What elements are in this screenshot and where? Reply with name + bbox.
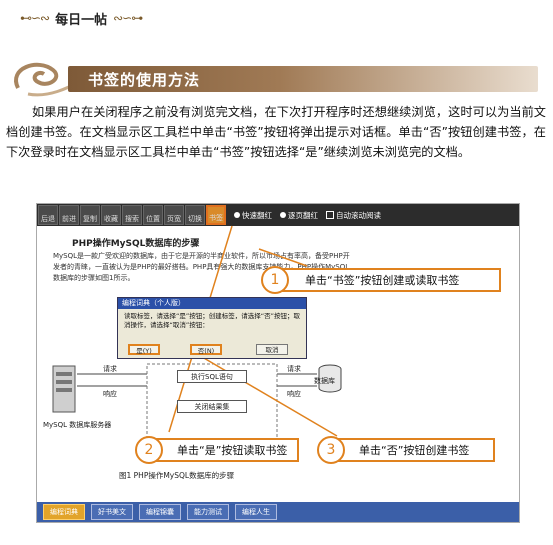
body-paragraph: 如果用户在关闭程序之前没有浏览完文档，在下次打开程序时还想继续浏览，这时可以为当…	[6, 105, 546, 159]
callout-2-number: 2	[135, 436, 163, 464]
flow-request2-label: 请求	[287, 365, 301, 373]
flow-request-label: 请求	[103, 365, 117, 373]
ornament-left-icon: ⊷∽∾	[20, 11, 50, 25]
callout-3: 单击“否”按钮创建书签	[331, 438, 495, 462]
dialog-no-button[interactable]: 否(N)	[190, 344, 222, 355]
daily-post-header: ⊷∽∾ 每日一帖 ∾∽⊶	[20, 8, 143, 28]
dialog-cancel-button[interactable]: 取消	[256, 344, 288, 355]
callout-3-text: 单击“否”按钮创建书签	[359, 444, 470, 457]
flow-response2-label: 响应	[287, 390, 301, 398]
statusbar-test[interactable]: 能力测试	[187, 504, 229, 520]
section-title: 书签的使用方法	[88, 71, 201, 89]
status-bar: 编程词典 好书美文 编程锦囊 能力测试 编程人生	[37, 502, 519, 522]
app-screenshot: 后退 前进 复制 收藏 搜索 位置 页宽 切换 书签 快速翻红 逐页翻红 自动滚…	[36, 203, 520, 523]
callout-2-text: 单击“是”按钮读取书签	[177, 444, 288, 457]
statusbar-tips[interactable]: 编程锦囊	[139, 504, 181, 520]
callout-2: 单击“是”按钮读取书签	[149, 438, 299, 462]
dialog-caption: 编程词典（个人版）	[118, 298, 306, 309]
figure-caption: 图1 PHP操作MySQL数据库的步骤	[119, 471, 235, 480]
dialog-yes-button[interactable]: 是(Y)	[128, 344, 160, 355]
callout-1-number: 1	[261, 266, 289, 294]
bookmark-dialog: 编程词典（个人版） 读取标签，请选择“是”按钮；创建标签，请选择“否”按钮；取消…	[117, 297, 307, 359]
statusbar-dictionary[interactable]: 编程词典	[43, 504, 85, 520]
server-label: MySQL 数据库服务器	[43, 421, 112, 429]
callout-1: 单击“书签”按钮创建或读取书签	[277, 268, 501, 292]
server-icon	[52, 365, 76, 413]
flow-response-label: 响应	[103, 390, 117, 398]
callout-1-text: 单击“书签”按钮创建或读取书签	[305, 274, 460, 287]
flow-close-resultset: 关闭结果集	[177, 400, 247, 413]
ornament-right-icon: ∾∽⊶	[113, 11, 143, 25]
statusbar-life[interactable]: 编程人生	[235, 504, 277, 520]
database-label: 数据库	[314, 377, 335, 385]
statusbar-articles[interactable]: 好书美文	[91, 504, 133, 520]
callout-3-number: 3	[317, 436, 345, 464]
section-banner: 书签的使用方法	[8, 58, 545, 100]
dialog-message: 读取标签，请选择“是”按钮；创建标签，请选择“否”按钮；取消操作，请选择“取消”…	[124, 312, 300, 329]
flow-execute-sql: 执行SQL语句	[177, 370, 247, 383]
header-title: 每日一帖	[55, 12, 108, 28]
